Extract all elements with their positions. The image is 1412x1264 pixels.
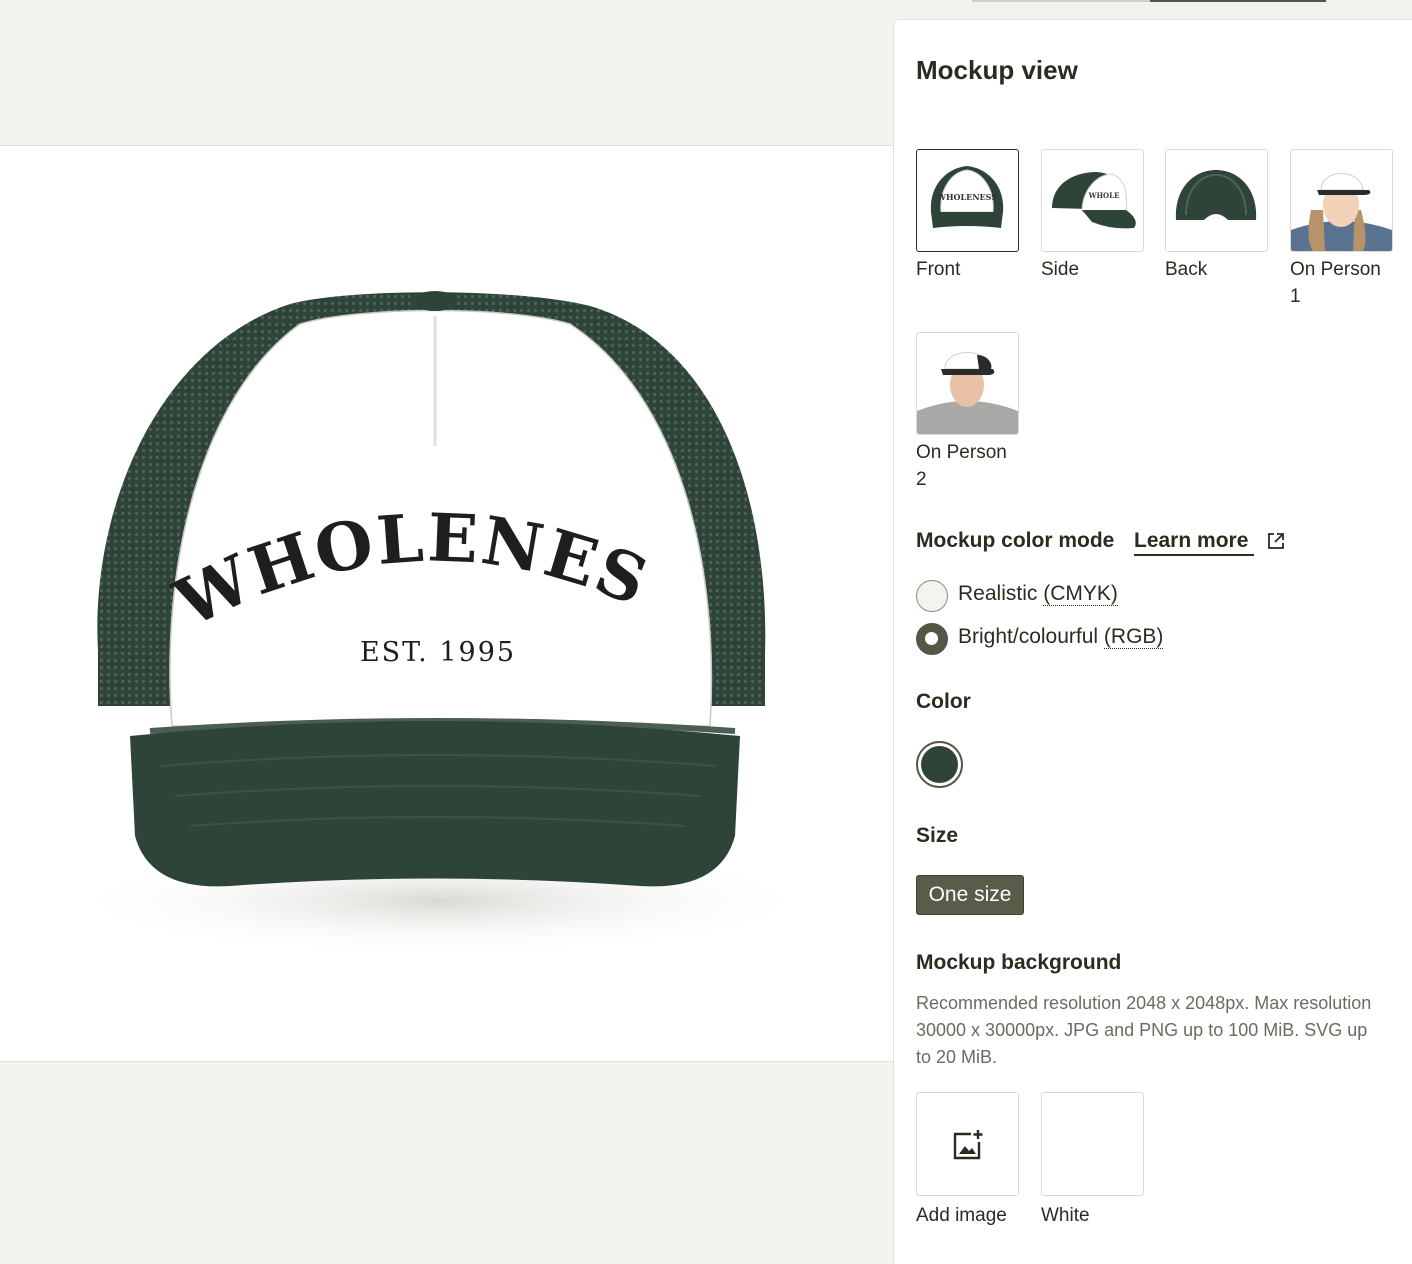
radio-label-bright-text: Bright/colourful xyxy=(958,625,1099,648)
view-label-on-person-2: On Person 2 xyxy=(916,442,1007,490)
color-swatch-dark-green[interactable] xyxy=(916,741,963,788)
view-label-back: Back xyxy=(1165,259,1208,280)
radio-bright-rgb[interactable] xyxy=(916,623,948,655)
svg-text:WHOLENESS: WHOLENESS xyxy=(936,192,997,202)
radio-label-realistic: Realistic (CMYK) xyxy=(958,582,1118,606)
rgb-abbr: (RGB) xyxy=(1103,625,1164,649)
view-thumb-side[interactable]: WHOLE xyxy=(1041,149,1144,252)
cap-preview-image: WHOLENESS EST. 1995 xyxy=(0,146,820,956)
view-thumb-back[interactable] xyxy=(1165,149,1268,252)
man-wearing-cap-thumbnail xyxy=(917,333,1018,434)
background-help-text: Recommended resolution 2048 x 2048px. Ma… xyxy=(916,993,1372,1067)
cmyk-abbr: (CMYK) xyxy=(1043,582,1118,606)
add-image-button[interactable] xyxy=(916,1092,1019,1196)
svg-text:WHOLE: WHOLE xyxy=(1088,191,1120,200)
view-label-front: Front xyxy=(916,259,961,280)
add-image-icon xyxy=(953,1130,983,1160)
view-label-on-person-1: On Person 1 xyxy=(1290,259,1381,307)
color-label: Color xyxy=(916,690,971,713)
radio-label-realistic-text: Realistic xyxy=(958,582,1038,605)
background-label: Mockup background xyxy=(916,951,1122,974)
cap-front-thumbnail: WHOLENESS xyxy=(930,166,1004,228)
size-label: Size xyxy=(916,824,959,847)
background-white-swatch[interactable] xyxy=(1041,1092,1144,1196)
external-link-icon[interactable] xyxy=(1266,531,1286,551)
view-thumb-on-person-1[interactable] xyxy=(1290,149,1393,252)
size-option-one-size[interactable]: One size xyxy=(916,875,1024,915)
tab-indicator xyxy=(972,0,1150,2)
view-thumb-front[interactable]: WHOLENESS xyxy=(916,149,1019,252)
radio-realistic-cmyk[interactable] xyxy=(916,580,948,612)
view-thumb-on-person-2[interactable] xyxy=(916,332,1019,435)
mockup-options-panel: Mockup view WHOLENESS WHOLE Front Side B… xyxy=(893,19,1412,1264)
cap-back-thumbnail xyxy=(1175,170,1257,220)
learn-more-link[interactable]: Learn more xyxy=(1134,529,1255,556)
color-mode-label: Mockup color mode xyxy=(916,529,1115,552)
add-image-label: Add image xyxy=(916,1205,1007,1226)
radio-label-bright: Bright/colourful (RGB) xyxy=(958,625,1164,649)
panel-title: Mockup view xyxy=(916,55,1078,85)
woman-wearing-cap-thumbnail xyxy=(1291,150,1392,251)
tab-indicator-active xyxy=(1150,0,1326,2)
view-label-side: Side xyxy=(1041,259,1080,280)
white-background-label: White xyxy=(1041,1205,1090,1226)
cap-print-subtext: EST. 1995 xyxy=(360,637,516,668)
cap-side-thumbnail: WHOLE xyxy=(1052,172,1136,229)
mockup-preview: WHOLENESS EST. 1995 xyxy=(0,145,893,1062)
